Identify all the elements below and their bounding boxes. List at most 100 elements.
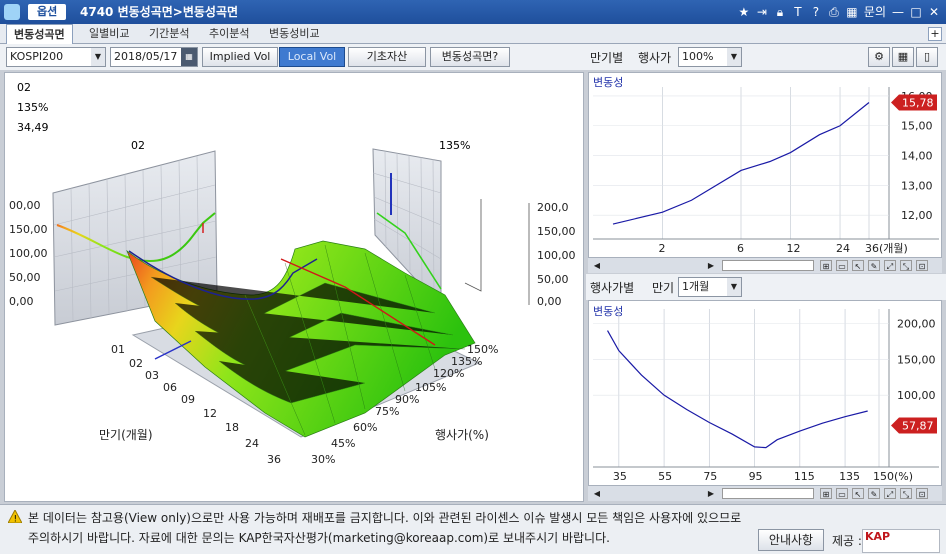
- print-icon[interactable]: ⎙: [828, 0, 840, 24]
- left-panel-label: 02: [131, 139, 145, 152]
- svg-text:45%: 45%: [331, 437, 355, 450]
- smile-x-tick: 95: [749, 470, 763, 483]
- underlying-button[interactable]: 기초자산: [348, 47, 426, 67]
- term-x-tick: 36(개월): [865, 242, 908, 255]
- volatility-surface-3d[interactable]: 02 135% 34,49 02 135% 00,00 150,00 100,0…: [4, 72, 584, 502]
- date-field[interactable]: 2018/05/17 ▦: [110, 47, 198, 67]
- maximize-icon[interactable]: □: [910, 0, 922, 24]
- pen-icon[interactable]: ✎: [868, 260, 880, 271]
- pen-icon[interactable]: ✎: [868, 488, 880, 499]
- svg-text:24: 24: [245, 437, 259, 450]
- fit-icon[interactable]: ⤢: [884, 488, 896, 499]
- smile-x-tick: 75: [703, 470, 717, 483]
- smile-chart[interactable]: 변동성 35 55 75 95 115 135 150(%) 200,00 150,00 100,0…: [588, 300, 942, 486]
- svg-text:50,00: 50,00: [537, 273, 569, 286]
- close-icon[interactable]: ✕: [928, 0, 940, 24]
- battery-icon[interactable]: ▯: [916, 47, 938, 67]
- svg-text:120%: 120%: [433, 367, 464, 380]
- smile-x-tick: 150(%): [873, 470, 913, 483]
- tab-volatility-surface[interactable]: 변동성곡면: [6, 24, 73, 45]
- term-strike-select[interactable]: 100% ▼: [678, 47, 742, 67]
- options-menu-tag[interactable]: 옵션: [28, 4, 67, 20]
- scroll-right-icon[interactable]: ▶: [706, 488, 716, 499]
- expand-icon[interactable]: ⤡: [900, 260, 912, 271]
- scroll-right-icon[interactable]: ▶: [706, 260, 716, 271]
- window-title: 4740 변동성곡면>변동성곡면: [80, 5, 239, 19]
- svg-text:0,00: 0,00: [537, 295, 562, 308]
- kap-logo: KAP: [862, 529, 940, 553]
- local-vol-toggle[interactable]: Local Vol: [279, 47, 345, 67]
- scroll-left-icon[interactable]: ◀: [592, 488, 602, 499]
- term-x-tick: 2: [659, 242, 666, 255]
- gear-icon[interactable]: ⚙: [868, 47, 890, 67]
- smile-header-label: 행사가별: [590, 281, 635, 295]
- table-icon[interactable]: ▦: [892, 47, 914, 67]
- svg-text:12: 12: [203, 407, 217, 420]
- tooltip-icon[interactable]: ▭: [836, 260, 848, 271]
- cursor-icon[interactable]: ↖: [852, 260, 864, 271]
- guide-button[interactable]: 안내사항: [758, 529, 824, 551]
- term-header-label: 만기별: [590, 51, 624, 65]
- term-svg: 변동성26122436(개월)12,0013,0014,0015,0016,00…: [593, 76, 939, 255]
- svg-text:36: 36: [267, 453, 281, 466]
- expand-icon[interactable]: ⤡: [900, 488, 912, 499]
- smile-x-tick: 55: [658, 470, 672, 483]
- term-scrollbar[interactable]: ◀ ▶ ⊞ ▭ ↖ ✎ ⤢ ⤡ ⊡: [588, 257, 942, 273]
- index-select[interactable]: KOSPI200 ▼: [6, 47, 106, 67]
- tab-daily-compare[interactable]: 일별비교: [82, 24, 136, 44]
- chevron-down-icon: ▼: [727, 48, 741, 66]
- maturity-axis-label: 만기(개월): [99, 428, 153, 442]
- smile-series-line: [607, 330, 868, 449]
- right-z-axis: 200,0 150,00 100,00 50,00 0,00: [537, 201, 576, 308]
- smile-x-tick: 35: [613, 470, 627, 483]
- smile-maturity-select[interactable]: 1개월 ▼: [678, 277, 742, 297]
- calendar-icon[interactable]: ▦: [181, 48, 197, 66]
- export-icon[interactable]: ⇥: [756, 0, 768, 24]
- term-structure-chart[interactable]: 변동성26122436(개월)12,0013,0014,0015,0016,00…: [588, 72, 942, 258]
- smile-x-tick: 115: [794, 470, 815, 483]
- lock-icon[interactable]: 🔒︎: [774, 0, 786, 24]
- zoom-icon[interactable]: ⊞: [820, 260, 832, 271]
- svg-text:60%: 60%: [353, 421, 377, 434]
- smile-scrollbar[interactable]: ◀ ▶ ⊞ ▭ ↖ ✎ ⤢ ⤡ ⊡: [588, 485, 942, 501]
- implied-vol-toggle[interactable]: Implied Vol: [202, 47, 278, 67]
- left-z-axis: 00,00 150,00 100,00 50,00 0,00: [9, 199, 48, 308]
- restore-icon[interactable]: ⊡: [916, 488, 928, 499]
- minimize-icon[interactable]: —: [892, 0, 904, 24]
- term-toolbar: 만기별 행사가 100% ▼ ⚙ ▦ ▯: [586, 44, 946, 70]
- add-tab-button[interactable]: +: [928, 27, 942, 41]
- tab-period-analysis[interactable]: 기간분석: [142, 24, 196, 44]
- svg-text:!: !: [14, 515, 18, 524]
- fit-icon[interactable]: ⤢: [884, 260, 896, 271]
- text-icon[interactable]: T: [792, 0, 804, 24]
- term-y-tick: 13,00: [901, 179, 933, 192]
- term-current-value: 15,78: [902, 96, 934, 109]
- scroll-track[interactable]: [722, 260, 814, 271]
- term-y-tick: 12,00: [901, 209, 933, 222]
- scroll-left-icon[interactable]: ◀: [592, 260, 602, 271]
- smile-x-tick: 135: [839, 470, 860, 483]
- app-logo-icon: [4, 4, 20, 20]
- tab-volatility-compare[interactable]: 변동성비교: [262, 24, 327, 44]
- svg-text:100,00: 100,00: [9, 247, 48, 260]
- scroll-track[interactable]: [722, 488, 814, 499]
- cursor-icon[interactable]: ↖: [852, 488, 864, 499]
- help-icon[interactable]: ?: [810, 0, 822, 24]
- star-icon[interactable]: ★: [738, 0, 750, 24]
- tab-bar: 변동성곡면 일별비교 기간분석 추이분석 변동성비교 +: [0, 24, 946, 45]
- surface-help-button[interactable]: 변동성곡면?: [430, 47, 510, 67]
- warning-icon: !: [8, 510, 22, 523]
- inquiry-link[interactable]: 문의: [864, 0, 886, 24]
- svg-text:150,00: 150,00: [537, 225, 576, 238]
- layout-icon[interactable]: ▦: [846, 0, 858, 24]
- tooltip-icon[interactable]: ▭: [836, 488, 848, 499]
- restore-icon[interactable]: ⊡: [916, 260, 928, 271]
- tab-trend-analysis[interactable]: 추이분석: [202, 24, 256, 44]
- svg-text:200,0: 200,0: [537, 201, 569, 214]
- disclaimer-line-1: 본 데이터는 참고용(View only)으로만 사용 가능하며 재배포를 금지…: [28, 511, 742, 525]
- zoom-icon[interactable]: ⊞: [820, 488, 832, 499]
- svg-text:30%: 30%: [311, 453, 335, 466]
- disclaimer-line-2: 주의하시기 바랍니다. 자료에 대한 문의는 KAP한국자산평가(marketi…: [28, 531, 610, 545]
- svg-text:90%: 90%: [395, 393, 419, 406]
- term-y-tick: 14,00: [901, 150, 933, 163]
